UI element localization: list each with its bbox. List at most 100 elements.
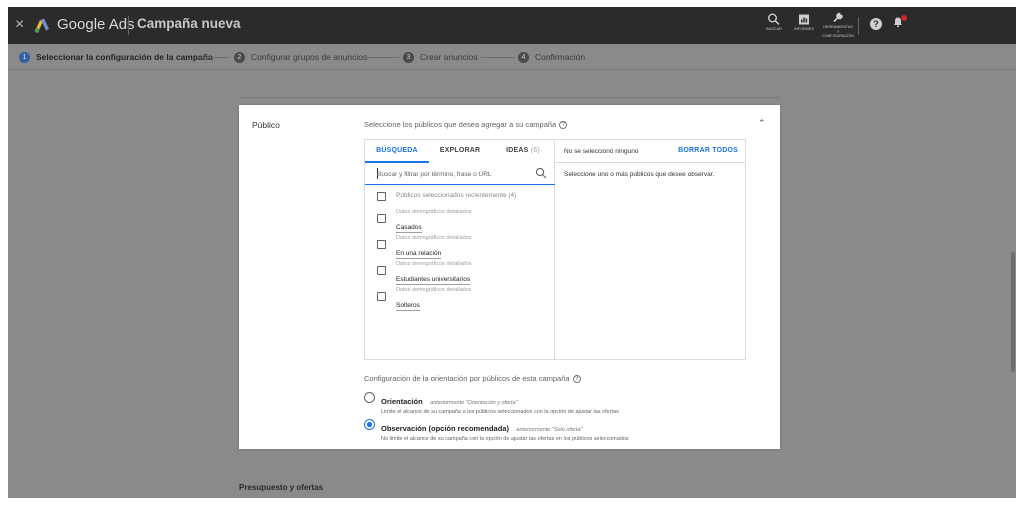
list-item-text: Datos demográficos detallados Casados	[396, 209, 472, 234]
item-category: Datos demográficos detallados	[396, 235, 472, 241]
list-item-text: Datos demográficos detallados Solteros	[396, 287, 472, 312]
search-icon[interactable]	[535, 167, 547, 179]
next-section-title[interactable]: Presupuesto y ofertas	[239, 483, 323, 492]
step-label: Confirmación	[535, 52, 586, 62]
search-button-label: BUSCAR	[766, 27, 782, 31]
audience-card: Público Seleccione los públicos que dese…	[239, 105, 780, 449]
section-title: Público	[252, 120, 280, 130]
step-connector	[201, 57, 229, 58]
empty-hint: Seleccione uno o más públicos que desee …	[564, 171, 715, 178]
step-4[interactable]: 4 Confirmación	[518, 51, 585, 63]
step-1[interactable]: 1 Seleccionar la configuración de la cam…	[19, 51, 213, 63]
item-value: En una relación	[396, 250, 442, 259]
targeting-option[interactable]: Orientación anteriormente "Orientación y…	[364, 391, 619, 416]
step-connector	[363, 57, 399, 58]
search-button[interactable]: BUSCAR	[763, 12, 785, 32]
clear-all-button[interactable]: BORRAR TODOS	[678, 147, 738, 154]
brand-name[interactable]: Google Ads	[57, 16, 135, 33]
step-label: Seleccionar la configuración de la campa…	[36, 52, 213, 62]
option-previous-name: anteriormente "Solo oferta"	[516, 427, 583, 433]
step-number: 1	[19, 51, 30, 63]
selected-header: No se seleccionó ninguno BORRAR TODOS	[555, 140, 745, 163]
reports-icon	[799, 14, 809, 25]
selected-audiences-pane: No se seleccionó ninguno BORRAR TODOS Se…	[555, 140, 745, 359]
audience-tabs: BÚSQUEDA EXPLORAR IDEAS (6)	[365, 140, 555, 163]
checkbox[interactable]	[377, 266, 386, 275]
tools-label-line3: CONFIGURACIÓN	[822, 34, 854, 38]
search-icon	[768, 13, 780, 25]
list-item[interactable]: Datos demográficos detallados En una rel…	[377, 235, 472, 260]
tab-count: (6)	[530, 147, 540, 154]
tab-ideas[interactable]: IDEAS (6)	[491, 140, 555, 163]
progress-steps: 1 Seleccionar la configuración de la cam…	[8, 44, 1016, 70]
app-window: × Google Ads Campaña nueva BUSCAR INFORM…	[8, 7, 1016, 498]
option-text: Observación (opción recomendada) anterio…	[381, 418, 629, 443]
none-selected-text: No se seleccionó ninguno	[564, 148, 639, 155]
help-icon[interactable]: ?	[870, 18, 882, 30]
list-item-text: Datos demográficos detallados Estudiante…	[396, 261, 472, 286]
step-connector	[481, 57, 515, 58]
title-divider	[128, 16, 129, 35]
list-item[interactable]: Públicos seleccionados recientemente (4)	[377, 191, 516, 201]
item-category: Datos demográficos detallados	[396, 261, 472, 267]
option-description: No limite el alcance de su campaña con l…	[381, 436, 629, 442]
step-label: Crear anuncios	[420, 52, 478, 62]
radio-observation[interactable]	[364, 419, 375, 430]
audience-search-input[interactable]	[377, 168, 527, 180]
item-category: Datos demográficos detallados	[396, 287, 472, 293]
previous-section-card	[239, 70, 780, 98]
tab-label: EXPLORAR	[439, 147, 481, 154]
help-circle-icon[interactable]: ?	[572, 374, 581, 383]
checkbox[interactable]	[377, 192, 386, 201]
item-category: Datos demográficos detallados	[396, 209, 472, 215]
targeting-setting-title: Configuración de la orientación por públ…	[364, 374, 581, 383]
step-2[interactable]: 2 Configurar grupos de anuncios	[234, 51, 367, 63]
wrench-icon	[833, 12, 843, 23]
recent-audiences-label: Públicos seleccionados recientemente (4)	[396, 192, 517, 199]
checkbox[interactable]	[377, 292, 386, 301]
radio-targeting[interactable]	[364, 392, 375, 403]
option-label: Observación (opción recomendada)	[381, 424, 509, 433]
list-item[interactable]: Datos demográficos detallados Estudiante…	[377, 261, 472, 286]
option-text: Orientación anteriormente "Orientación y…	[381, 391, 619, 416]
step-number: 3	[403, 51, 414, 63]
tab-label: BÚSQUEDA	[376, 147, 418, 154]
reports-button-label: INFORMES	[794, 27, 814, 31]
toolbar-divider	[858, 17, 859, 35]
page-title: Campaña nueva	[137, 16, 241, 31]
list-item[interactable]: Datos demográficos detallados Casados	[377, 209, 472, 234]
chevron-up-icon[interactable]: ⌃	[758, 118, 766, 129]
observation-option[interactable]: Observación (opción recomendada) anterio…	[364, 418, 629, 443]
item-value: Casados	[396, 224, 422, 233]
list-item-text: Datos demográficos detallados En una rel…	[396, 235, 472, 260]
step-3[interactable]: 3 Crear anuncios	[403, 51, 478, 63]
top-bar: × Google Ads Campaña nueva BUSCAR INFORM…	[8, 7, 1016, 44]
reports-button[interactable]: INFORMES	[790, 12, 818, 32]
help-circle-icon[interactable]: ?	[559, 120, 568, 129]
checkbox[interactable]	[377, 240, 386, 249]
tools-settings-button[interactable]: HERRAMIENTAS Y CONFIGURACIÓN	[820, 10, 856, 39]
audience-description: Seleccione los públicos que desea agrega…	[364, 120, 568, 129]
targeting-setting-text: Configuración de la orientación por públ…	[364, 374, 570, 383]
notification-badge	[901, 15, 907, 21]
checkbox[interactable]	[377, 214, 386, 223]
close-icon[interactable]: ×	[15, 16, 24, 34]
scrollbar-thumb[interactable]	[1011, 252, 1015, 372]
tools-label-line1: HERRAMIENTAS	[823, 25, 853, 29]
option-previous-name: anteriormente "Orientación y oferta"	[430, 400, 518, 406]
step-label: Configurar grupos de anuncios	[251, 52, 368, 62]
audience-picker: BÚSQUEDA EXPLORAR IDEAS (6) Buscar y fil…	[364, 139, 746, 360]
tab-explore[interactable]: EXPLORAR	[429, 140, 491, 163]
list-item[interactable]: Datos demográficos detallados Solteros	[377, 287, 472, 312]
tab-search[interactable]: BÚSQUEDA	[365, 140, 429, 163]
step-number: 2	[234, 51, 245, 63]
option-label: Orientación	[381, 397, 423, 406]
option-description: Limite el alcance de su campaña a los pú…	[381, 409, 619, 415]
tab-label: IDEAS	[506, 147, 529, 154]
item-value: Solteros	[396, 302, 420, 311]
audience-search-box	[365, 163, 555, 185]
audience-description-text: Seleccione los públicos que desea agrega…	[364, 120, 557, 129]
step-number: 4	[518, 51, 529, 63]
item-value: Estudiantes universitarios	[396, 276, 471, 285]
google-ads-logo-icon	[34, 18, 49, 33]
